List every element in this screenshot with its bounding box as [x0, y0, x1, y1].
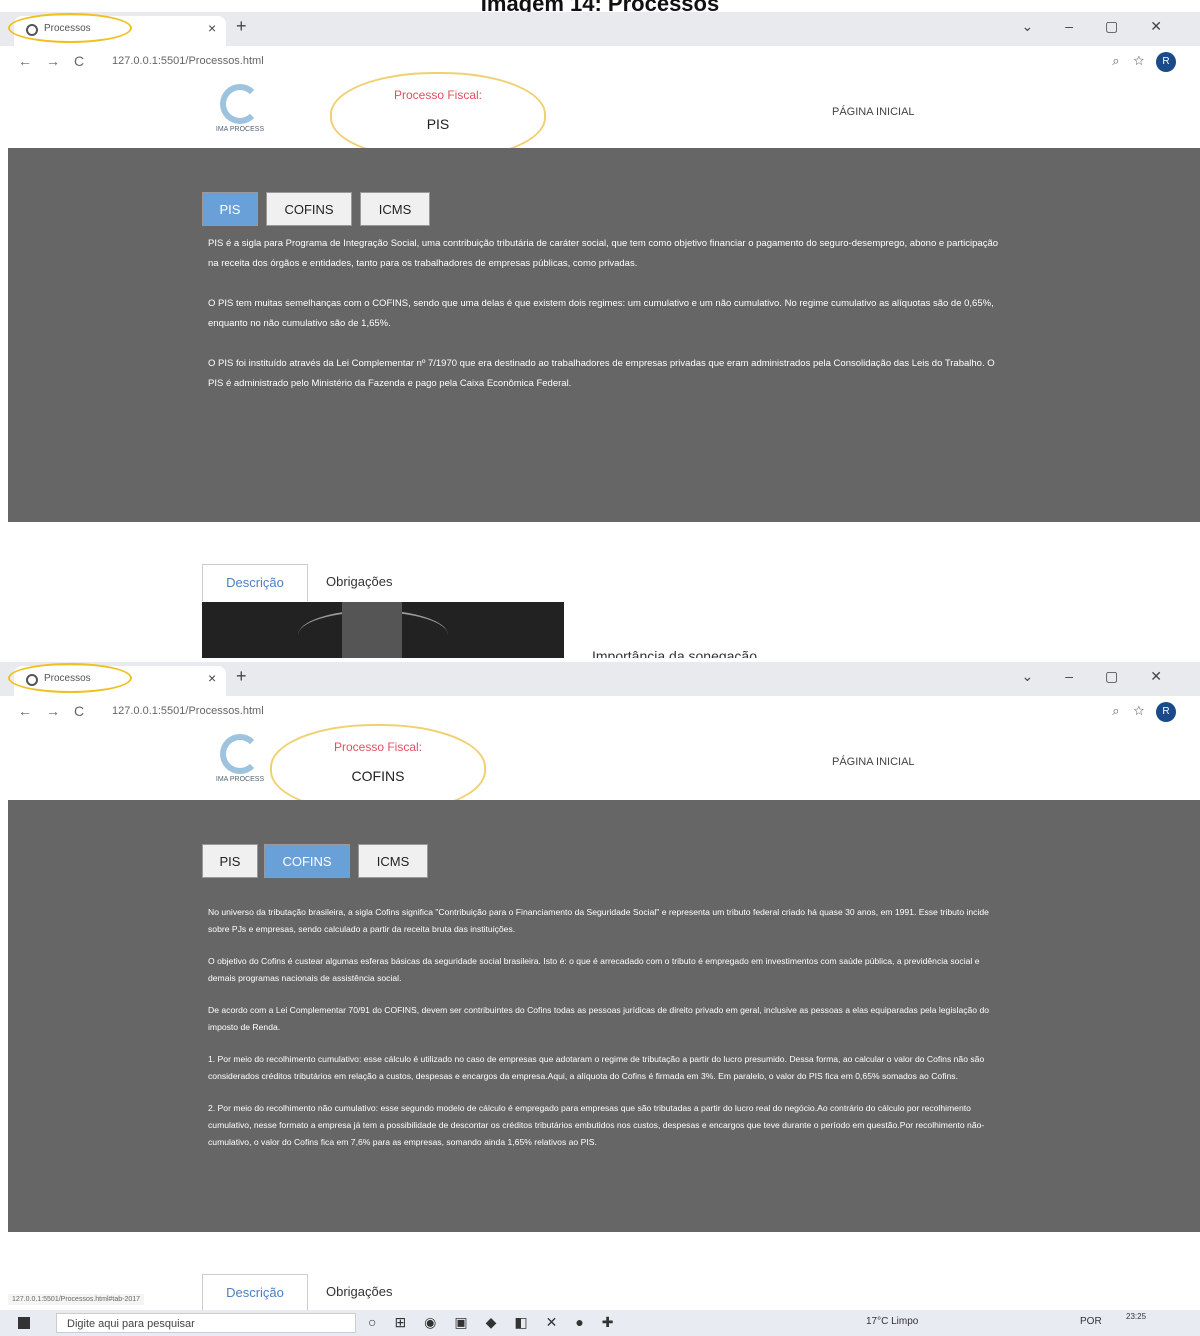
callout-value: PIS	[426, 116, 450, 132]
nav-link-home[interactable]: PÁGINA INICIAL	[832, 106, 915, 118]
browser-screenshot-pis: Processos × + ⌄–▢✕ ←→C 127.0.0.1:5501/Pr…	[0, 12, 1200, 658]
site-logo[interactable]: IMA PROCESS	[198, 84, 282, 144]
address-bar: ←→C 127.0.0.1:5501/Processos.html ⌕☆▢ R	[0, 696, 1200, 729]
highlight-ellipse	[8, 663, 132, 693]
callout-title: Processo Fiscal:	[333, 740, 423, 754]
paragraph: De acordo com a Lei Complementar 70/91 d…	[208, 1005, 990, 1032]
browser-screenshot-cofins: Processos × + ⌄–▢✕ ←→C 127.0.0.1:5501/Pr…	[0, 662, 1200, 1336]
callout-title: Processo Fiscal:	[393, 88, 483, 102]
tab-cofins[interactable]: COFINS	[266, 192, 352, 226]
system-tray-weather[interactable]: 17°C Limpo	[866, 1316, 918, 1327]
tab-icms[interactable]: ICMS	[358, 844, 428, 878]
system-clock[interactable]: 23:25	[1126, 1312, 1146, 1322]
window-controls[interactable]: ⌄–▢✕	[1022, 668, 1194, 685]
paragraph: O objetivo do Cofins é custear algumas e…	[208, 956, 980, 983]
tab-pis[interactable]: PIS	[202, 192, 258, 226]
callout-value: COFINS	[351, 768, 405, 784]
paragraph: No universo da tributação brasileira, a …	[208, 907, 989, 934]
address-bar: ←→C 127.0.0.1:5501/Processos.html ⌕☆▢ R	[0, 46, 1200, 79]
new-tab-icon[interactable]: +	[236, 666, 247, 687]
cofins-description: No universo da tributação brasileira, a …	[208, 904, 1000, 1166]
tab-obrigacoes[interactable]: Obrigações	[326, 564, 392, 600]
paragraph: 1. Por meio do recolhimento cumulativo: …	[208, 1054, 985, 1081]
content-panel: PIS COFINS ICMS PIS é a sigla para Progr…	[8, 148, 1200, 522]
windows-start-icon[interactable]	[18, 1317, 30, 1329]
taskbar-app-icons[interactable]: ○⊞◉▣◆◧✕●✚	[368, 1314, 632, 1331]
highlight-ellipse	[8, 13, 132, 43]
logo-mark	[220, 84, 260, 124]
profile-avatar[interactable]: R	[1156, 702, 1176, 722]
pis-description: PIS é a sigla para Programa de Integraçã…	[208, 234, 1000, 414]
browser-tabbar: Processos × + ⌄–▢✕	[0, 662, 1200, 696]
paragraph: O PIS tem muitas semelhanças com o COFIN…	[208, 298, 994, 329]
site-header: IMA PROCESS PÁGINA INICIAL	[0, 78, 1200, 148]
navigation-icons[interactable]: ←→C	[18, 703, 98, 719]
profile-avatar[interactable]: R	[1156, 52, 1176, 72]
taskbar-search-input[interactable]: Digite aqui para pesquisar	[56, 1313, 356, 1333]
system-tray-language[interactable]: POR	[1080, 1316, 1102, 1327]
url-field[interactable]: 127.0.0.1:5501/Processos.html	[112, 705, 264, 717]
close-tab-icon[interactable]: ×	[208, 670, 216, 686]
logo-mark	[220, 734, 260, 774]
navigation-icons[interactable]: ←→C	[18, 53, 98, 69]
tab-cofins[interactable]: COFINS	[264, 844, 350, 878]
logo-text: IMA PROCESS	[215, 776, 265, 783]
tab-pis[interactable]: PIS	[202, 844, 258, 878]
new-tab-icon[interactable]: +	[236, 16, 247, 37]
section-tabs: Descrição Obrigações	[202, 564, 622, 602]
paragraph: PIS é a sigla para Programa de Integraçã…	[208, 238, 999, 269]
photo-tie	[342, 602, 402, 658]
browser-tabbar: Processos × + ⌄–▢✕	[0, 12, 1200, 46]
site-header: IMA PROCESS PÁGINA INICIAL	[0, 728, 1200, 798]
windows-taskbar: Digite aqui para pesquisar ○⊞◉▣◆◧✕●✚ 17°…	[0, 1310, 1200, 1336]
content-panel: PIS COFINS ICMS No universo da tributaçã…	[8, 800, 1200, 1232]
tab-obrigacoes[interactable]: Obrigações	[326, 1274, 392, 1310]
tab-descricao[interactable]: Descrição	[202, 564, 308, 601]
status-bar-url: 127.0.0.1:5501/Processos.html#tab-2017	[8, 1294, 145, 1305]
close-tab-icon[interactable]: ×	[208, 20, 216, 36]
tab-icms[interactable]: ICMS	[360, 192, 430, 226]
business-photo	[202, 602, 564, 658]
url-field[interactable]: 127.0.0.1:5501/Processos.html	[112, 55, 264, 67]
logo-text: IMA PROCESS	[215, 126, 265, 133]
section-tabs: Descrição Obrigações	[202, 1274, 622, 1312]
paragraph: O PIS foi instituído através da Lei Comp…	[208, 358, 995, 389]
section-heading: Importância da sonegação	[592, 648, 757, 658]
callout-cloud: Processo Fiscal: PIS	[330, 72, 546, 160]
nav-link-home[interactable]: PÁGINA INICIAL	[832, 756, 915, 768]
paragraph: 2. Por meio do recolhimento não cumulati…	[208, 1103, 985, 1147]
tab-descricao[interactable]: Descrição	[202, 1274, 308, 1311]
window-controls[interactable]: ⌄–▢✕	[1022, 18, 1194, 35]
